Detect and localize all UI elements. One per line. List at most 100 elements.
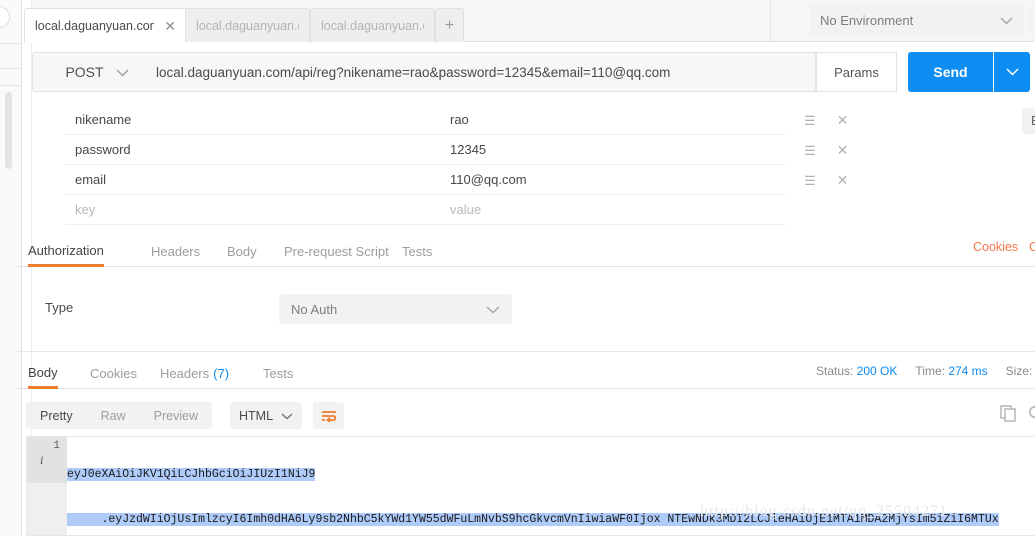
tab-response-body[interactable]: Body [28, 358, 58, 389]
table-row[interactable]: email 110@qq.com ☰ ✕ [32, 165, 1035, 195]
sidebar-scrollbar[interactable] [5, 92, 12, 169]
left-sidebar-rail [0, 0, 22, 536]
url-text: local.daguanyuan.com/api/reg?nikename=ra… [156, 64, 671, 80]
time-group: Time: 274 ms [915, 364, 987, 378]
postman-window: local.daguanyuan.con ✕ local.daguanyuan.… [0, 0, 1035, 536]
new-tab-button[interactable]: + [435, 8, 464, 42]
cookies-link[interactable]: Cookies [973, 240, 1018, 254]
request-section-tabs: Authorization Headers Body Pre-request S… [16, 236, 1035, 267]
param-key-0[interactable]: nikename [65, 105, 440, 135]
tab-close-icon-0[interactable]: ✕ [164, 19, 176, 33]
chevron-down-icon [486, 302, 500, 317]
param-value-new[interactable]: value [440, 195, 785, 225]
param-value-1[interactable]: 12345 [440, 135, 785, 165]
request-url-row: POST local.daguanyuan.com/api/reg?nikena… [32, 52, 1035, 94]
param-key-new[interactable]: key [65, 195, 440, 225]
word-wrap-icon [321, 410, 336, 422]
http-method-selector[interactable]: POST [32, 52, 162, 92]
reorder-icon[interactable]: ☰ [804, 174, 816, 187]
delete-row-icon[interactable]: ✕ [837, 173, 849, 187]
response-divider [16, 351, 1035, 352]
response-language-label: HTML [239, 408, 274, 423]
response-body-viewer[interactable]: 1 i eyJ0eXAiOiJKV1QiLCJhbGciOiJIUzI1NiJ9… [26, 436, 1035, 536]
size-group: Size: 49 [1006, 364, 1035, 378]
tab-headers[interactable]: Headers [151, 236, 200, 267]
code-gutter: 1 i [27, 437, 67, 535]
search-response-button[interactable] [1028, 405, 1035, 424]
param-key-1[interactable]: password [65, 135, 440, 165]
copy-icon [1000, 405, 1016, 422]
format-raw-button[interactable]: Raw [87, 402, 140, 429]
delete-row-icon[interactable]: ✕ [837, 113, 849, 127]
tab-2[interactable]: local.daguanyuan.com/api/t [310, 8, 435, 42]
tab-label-1: local.daguanyuan.com/api/l [196, 18, 299, 33]
response-language-selector[interactable]: HTML [230, 402, 302, 429]
table-row[interactable]: nikename rao ☰ ✕ Bulk E [32, 105, 1035, 135]
tab-0[interactable]: local.daguanyuan.con ✕ [24, 8, 187, 43]
line-number: 1 [53, 440, 60, 452]
rail-divider-1 [0, 43, 22, 44]
auth-type-selector[interactable]: No Auth [279, 294, 512, 324]
tab-tests[interactable]: Tests [402, 236, 432, 267]
code-link[interactable]: C [1029, 240, 1035, 254]
row-actions-1: ☰ ✕ [804, 135, 848, 165]
code-line-1: eyJ0eXAiOiJKV1QiLCJhbGciOiJIUzI1NiJ9 [67, 467, 1035, 482]
send-options-button[interactable] [994, 52, 1030, 92]
time-value: 274 ms [948, 364, 988, 378]
table-row[interactable]: password 12345 ☰ ✕ [32, 135, 1035, 165]
param-value-0[interactable]: rao [440, 105, 785, 135]
rail-divider-2 [0, 68, 22, 69]
query-params-table: nikename rao ☰ ✕ Bulk E password 12345 ☰… [32, 105, 1035, 225]
param-key-2[interactable]: email [65, 165, 440, 195]
environment-selector[interactable]: No Environment [810, 5, 1023, 35]
chevron-down-icon [1000, 13, 1013, 28]
watermark-text: http://blog.csdn.net/qq_25504271 [700, 503, 948, 520]
format-preview-button[interactable]: Preview [140, 402, 212, 429]
environment-label: No Environment [820, 12, 914, 28]
status-group: Status: 200 OK [816, 364, 897, 378]
reorder-icon[interactable]: ☰ [804, 114, 816, 127]
row-actions-0: ☰ ✕ [804, 105, 848, 135]
headers-count-badge: (7) [213, 366, 230, 381]
tab-pre-request-script[interactable]: Pre-request Script [284, 236, 389, 267]
chevron-down-icon [281, 409, 293, 423]
time-label: Time: [915, 364, 945, 378]
size-label: Size: [1005, 364, 1033, 378]
send-button[interactable]: Send [908, 52, 993, 92]
tab-body[interactable]: Body [227, 236, 257, 267]
search-icon [1029, 406, 1035, 418]
params-button[interactable]: Params [816, 52, 897, 92]
code-gutter-empty [27, 483, 67, 535]
auth-type-value: No Auth [291, 301, 338, 317]
response-meta: Status: 200 OK Time: 274 ms Size: 49 [816, 364, 1035, 378]
info-icon: i [40, 453, 44, 467]
tab-response-tests[interactable]: Tests [263, 358, 293, 389]
tab-authorization[interactable]: Authorization [28, 236, 104, 267]
http-method-label: POST [65, 64, 104, 80]
response-format-toggle: Pretty Raw Preview [26, 402, 213, 429]
url-input[interactable]: local.daguanyuan.com/api/reg?nikename=ra… [144, 52, 816, 92]
reorder-icon[interactable]: ☰ [804, 144, 816, 157]
code-content[interactable]: eyJ0eXAiOiJKV1QiLCJhbGciOiJIUzI1NiJ9 .ey… [67, 437, 1035, 535]
code-line-1-text: eyJ0eXAiOiJKV1QiLCJhbGciOiJIUzI1NiJ9 [67, 468, 316, 481]
table-row-empty[interactable]: key value [32, 195, 1035, 225]
param-value-2[interactable]: 110@qq.com [440, 165, 785, 195]
tab-response-cookies[interactable]: Cookies [90, 358, 137, 389]
bulk-edit-button[interactable]: Bulk E [1022, 108, 1035, 134]
tab-label-0: local.daguanyuan.con [35, 19, 155, 33]
request-tab-strip: local.daguanyuan.con ✕ local.daguanyuan.… [24, 0, 1035, 43]
tabstrip-separator [770, 0, 771, 42]
tab-1[interactable]: local.daguanyuan.com/api/l [185, 8, 310, 42]
status-label: Status: [816, 364, 854, 378]
sidebar-avatar-icon [0, 6, 10, 28]
format-pretty-button[interactable]: Pretty [26, 402, 87, 429]
environment-quick-look-button[interactable] [1029, 5, 1035, 35]
row-actions-2: ☰ ✕ [804, 165, 848, 195]
delete-row-icon[interactable]: ✕ [837, 143, 849, 157]
rail-divider-3 [0, 85, 22, 86]
tab-response-headers[interactable]: Headers (7) [160, 358, 229, 389]
copy-response-button[interactable] [1000, 405, 1017, 425]
tab-response-headers-label: Headers [160, 366, 210, 381]
word-wrap-toggle[interactable] [313, 402, 344, 429]
chevron-down-icon [116, 64, 129, 80]
